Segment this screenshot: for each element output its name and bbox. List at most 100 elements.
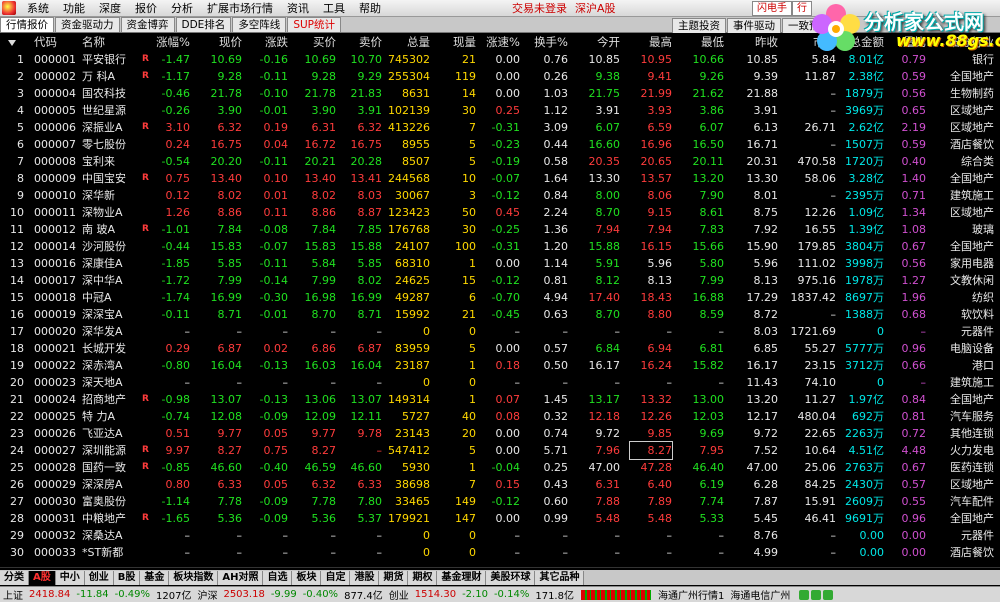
table-row[interactable]: 8 000009 中国宝安 R 0.75 13.40 0.10 13.40 13.41 24456… [0, 170, 1000, 187]
table-row[interactable]: 2 000002 万 科A R -1.17 9.28 -0.11 9.28 9.29 255304… [0, 68, 1000, 85]
col-bid[interactable]: 买价 [294, 34, 336, 51]
table-row[interactable]: 23 000026 飞亚达A 0.51 9.77 0.05 9.77 9.78 23143 20 0… [0, 425, 1000, 442]
bottom-tab[interactable]: 基金理财 [437, 570, 487, 585]
bottom-tab[interactable]: 期权 [408, 570, 438, 585]
table-row[interactable]: 3 000004 国农科技 -0.46 21.78 -0.10 21.78 21.83 8631… [0, 85, 1000, 102]
bottom-tab[interactable]: 期货 [379, 570, 409, 585]
table-row[interactable]: 14 000017 深中华A -1.72 7.99 -0.14 7.99 8.02 24625 1… [0, 272, 1000, 289]
table-row[interactable]: 18 000021 长城开发 0.29 6.87 0.02 6.86 6.87 83959 5 0.… [0, 340, 1000, 357]
bottom-tab[interactable]: 港股 [350, 570, 380, 585]
table-row[interactable]: 22 000025 特 力A -0.74 12.08 -0.09 12.09 12.11 572… [0, 408, 1000, 425]
cell-ask: 13.41 [350, 172, 383, 185]
cell-chg-pct: 1.26 [165, 206, 191, 219]
col-volume[interactable]: 总量 [384, 34, 430, 51]
tab-sup-stats[interactable]: SUP统计 [287, 17, 341, 32]
quote-server[interactable]: 海通广州行情1 [655, 587, 727, 602]
tab-fund-drive[interactable]: 资金驱动力 [55, 17, 120, 32]
bottom-tab[interactable]: AH对照 [218, 570, 264, 585]
table-row[interactable]: 6 000007 零七股份 0.24 16.75 0.04 16.72 16.75 8955 5 -… [0, 136, 1000, 153]
col-cur-volume[interactable]: 现量 [436, 34, 476, 51]
tab-long-short[interactable]: 多空阵线 [232, 17, 287, 32]
table-row[interactable]: 5 000006 深振业A R 3.10 6.32 0.19 6.31 6.32 413226 7-… [0, 119, 1000, 136]
table-row[interactable]: 26 000029 深深房A 0.80 6.33 0.05 6.32 6.33 38698 7 0.… [0, 476, 1000, 493]
table-header: 代码 名称 涨幅% 现价 涨跌 买价 卖价 总量 现量 涨速% 换手% 今开 最… [0, 34, 1000, 51]
col-ask[interactable]: 卖价 [340, 34, 382, 51]
table-row[interactable]: 13 000016 深康佳A -1.85 5.85 -0.11 5.84 5.85 68310 1… [0, 255, 1000, 272]
table-row[interactable]: 12 000014 沙河股份 -0.44 15.83 -0.07 15.83 15.88 241… [0, 238, 1000, 255]
bottom-tab[interactable]: 分类 [0, 570, 29, 585]
tab-fund-game[interactable]: 资金博弈 [120, 17, 175, 32]
table-row[interactable]: 16 000019 深深宝A -0.11 8.71 -0.01 8.70 8.71 15992 2… [0, 306, 1000, 323]
table-row[interactable]: 19 000022 深赤湾A -0.80 16.04 -0.13 16.03 16.04 231… [0, 357, 1000, 374]
menu-quote[interactable]: 报价 [128, 0, 164, 17]
table-row[interactable]: 15 000018 中冠A -1.74 16.99 -0.30 16.98 16.99 4928… [0, 289, 1000, 306]
bottom-tab[interactable]: 其它品种 [535, 570, 585, 585]
col-vol-ratio[interactable]: 量比 [886, 34, 926, 51]
col-open[interactable]: 今开 [578, 34, 620, 51]
table-row[interactable]: 27 000030 富奥股份 -1.14 7.78 -0.09 7.78 7.80 33465 1… [0, 493, 1000, 510]
table-row[interactable]: 11 000012 南 玻A R -1.01 7.84 -0.08 7.84 7.85 17676… [0, 221, 1000, 238]
bottom-tab[interactable]: A股 [29, 570, 56, 585]
cell-turnover: 0.26 [543, 70, 569, 83]
bottom-tab[interactable]: 板块 [292, 570, 322, 585]
table-row[interactable]: 20 000023 深天地A – – – – – 0 0 – – – – – 11.43 74.10 0 – 建筑施工 [0, 374, 1000, 391]
tab-dde-rank[interactable]: DDE排名 [175, 17, 232, 32]
col-code[interactable]: 代码 [34, 34, 84, 51]
col-pe[interactable]: 市盈 [786, 34, 836, 51]
trade-button[interactable]: 行 [792, 1, 812, 16]
cell-bid: 9.77 [311, 427, 337, 440]
table-row[interactable]: 7 000008 宝利来 -0.54 20.20 -0.11 20.21 20.28 8507 5… [0, 153, 1000, 170]
table-row[interactable]: 17 000020 深华发A – – – – – 0 0 – – – – – 8.03 1721.69 0 – 元器件 [0, 323, 1000, 340]
menu-help[interactable]: 帮助 [352, 0, 388, 17]
tab-consensus[interactable]: 一致预 [782, 18, 826, 33]
table-row[interactable]: 28 000031 中粮地产 R -1.65 5.36 -0.09 5.36 5.37 17992… [0, 510, 1000, 527]
flash-trade-button[interactable]: 闪电手 [752, 1, 792, 16]
menu-analysis[interactable]: 分析 [164, 0, 200, 17]
menu-tools[interactable]: 工具 [316, 0, 352, 17]
tab-theme-invest[interactable]: 主题投资 [672, 18, 726, 33]
sort-dropdown-icon[interactable] [8, 34, 28, 51]
col-speed[interactable]: 涨速% [478, 34, 520, 51]
horizontal-scrollbar[interactable] [0, 567, 1000, 568]
bottom-tab[interactable]: 自定 [321, 570, 351, 585]
col-name[interactable]: 名称 [82, 34, 142, 51]
table-row[interactable]: 25 000028 国药一致 R -0.85 46.60 -0.40 46.59 46.60 59… [0, 459, 1000, 476]
table-row[interactable]: 29 000032 深桑达A – – – – – 0 0 – – – – – 8.76 – 0.00 0.00 元器件 [0, 527, 1000, 544]
bottom-tab[interactable]: 中小 [55, 570, 85, 585]
col-prev-close[interactable]: 昨收 [736, 34, 778, 51]
col-low[interactable]: 最低 [682, 34, 724, 51]
col-high[interactable]: 最高 [630, 34, 672, 51]
quote-server-2[interactable]: 海通电信广州 [727, 587, 793, 602]
bottom-tab[interactable]: B股 [113, 570, 141, 585]
menu-system[interactable]: 系统 [20, 0, 56, 17]
table-row[interactable]: 21 000024 招商地产 R -0.98 13.07 -0.13 13.06 13.07 14… [0, 391, 1000, 408]
table-row[interactable]: 1 000001 平安银行 R -1.47 10.69 -0.16 10.69 10.70 745… [0, 51, 1000, 68]
bottom-tab[interactable]: 自选 [263, 570, 293, 585]
col-chg[interactable]: 涨跌 [248, 34, 288, 51]
col-turnover[interactable]: 换手% [526, 34, 568, 51]
bottom-tab[interactable]: 基金 [140, 570, 170, 585]
menu-function[interactable]: 功能 [56, 0, 92, 17]
bottom-tab[interactable]: 美股环球 [486, 570, 536, 585]
col-chg-pct[interactable]: 涨幅% [150, 34, 190, 51]
bottom-tab[interactable]: 板块指数 [169, 570, 219, 585]
table-row[interactable]: 24 000027 深圳能源 R 9.97 8.27 0.75 8.27–547412 5 0.0… [0, 441, 1000, 460]
table-row[interactable]: 10 000011 深物业A 1.26 8.86 0.11 8.86 8.87 123423 50… [0, 204, 1000, 221]
cell-amount: 9691万 [845, 512, 884, 525]
cell-chg: -0.09 [259, 410, 288, 423]
menu-depth[interactable]: 深度 [92, 0, 128, 17]
col-industry[interactable]: 细分行业 [930, 34, 994, 51]
cell-industry: 区域地产 [950, 104, 994, 117]
table-row[interactable]: 30 000033 *ST新都 – – – – – 0 0 – – – – – 4.99 – 0.00 0.00 酒店… [0, 544, 1000, 561]
menu-extended-market[interactable]: 扩展市场行情 [200, 0, 280, 17]
tab-event-drive[interactable]: 事件驱动 [727, 18, 781, 33]
tab-quote[interactable]: 行情报价 [0, 17, 54, 32]
trade-login-status[interactable]: 交易未登录 [512, 0, 567, 16]
cell-turnover: – [562, 325, 569, 338]
bottom-tab[interactable]: 创业 [84, 570, 114, 585]
col-price[interactable]: 现价 [200, 34, 242, 51]
table-row[interactable]: 9 000010 深华新 0.12 8.02 0.01 8.02 8.03 30067 3 -0.1… [0, 187, 1000, 204]
table-row[interactable]: 4 000005 世纪星源 -0.26 3.90 -0.01 3.90 3.91 102139 3… [0, 102, 1000, 119]
col-amount[interactable]: 总金额 [838, 34, 885, 51]
menu-news[interactable]: 资讯 [280, 0, 316, 17]
